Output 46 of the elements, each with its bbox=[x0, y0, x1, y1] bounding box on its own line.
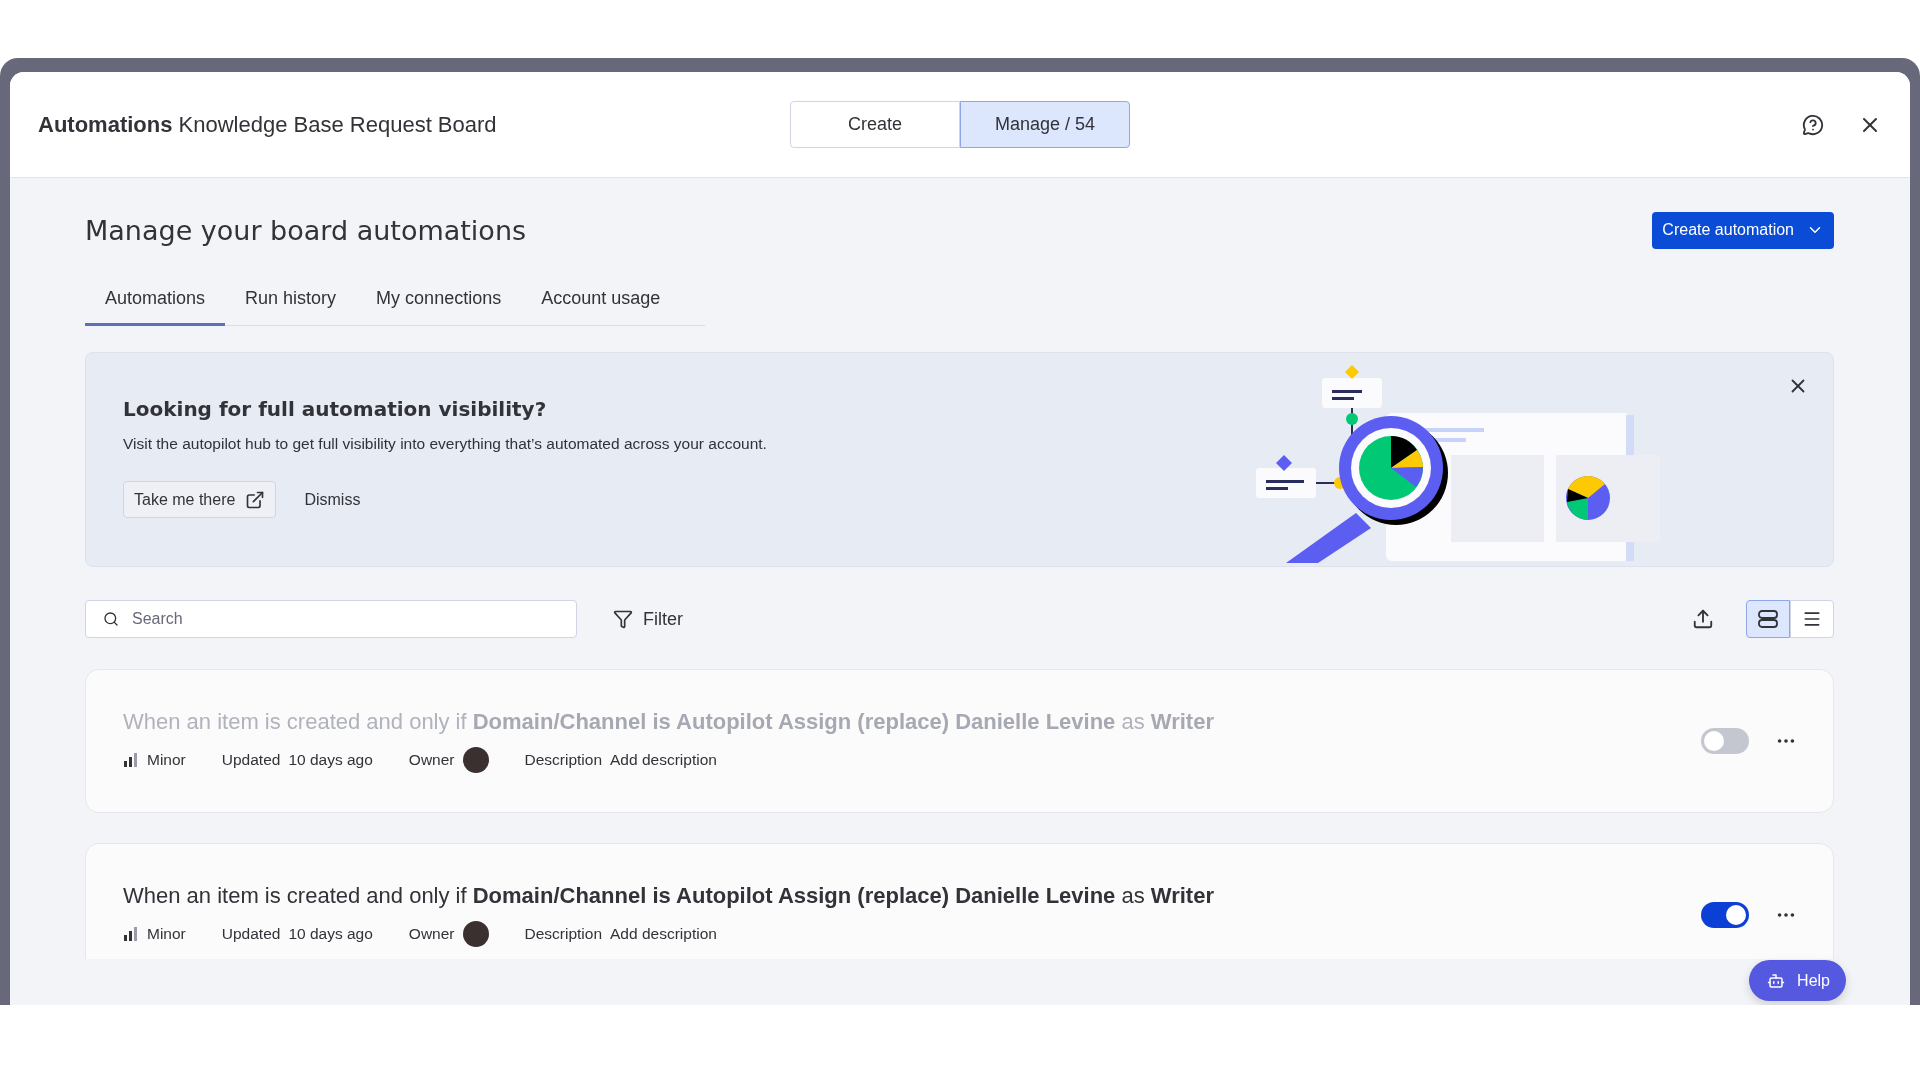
modal-title: Automations Knowledge Base Request Board bbox=[38, 111, 498, 138]
automation-rule: When an item is created and only if Domain/Channel is Autopilot Assign (replace) Danielle Levine as Writer bbox=[123, 883, 1215, 909]
filter-icon bbox=[613, 609, 633, 629]
enable-switch[interactable] bbox=[1701, 902, 1749, 928]
priority-bars-icon bbox=[123, 753, 139, 767]
page-heading: Manage your board automations bbox=[85, 214, 527, 246]
updated-label: Updated bbox=[221, 925, 281, 943]
view-toggle-button[interactable] bbox=[1790, 600, 1834, 638]
dismiss-button[interactable]: Dismiss bbox=[304, 490, 361, 509]
updated-value: 10 days ago bbox=[288, 751, 373, 769]
robot-icon bbox=[1767, 971, 1786, 990]
tab[interactable]: Run history bbox=[225, 278, 357, 326]
external-link-icon bbox=[245, 489, 266, 510]
view-toggle-button[interactable] bbox=[1746, 600, 1790, 638]
mode-tab[interactable]: Manage / 54 bbox=[960, 101, 1130, 148]
owner-label: Owner bbox=[408, 925, 455, 943]
take-me-there-button[interactable]: Take me there bbox=[123, 481, 277, 518]
list-view-icon bbox=[1802, 609, 1822, 629]
owner-label: Owner bbox=[408, 751, 455, 769]
search-icon bbox=[103, 611, 119, 627]
priority-bars-icon bbox=[123, 927, 139, 941]
description-label: Description bbox=[524, 751, 603, 769]
tab[interactable]: Account usage bbox=[521, 278, 681, 326]
tab[interactable]: Automations bbox=[85, 278, 226, 326]
banner-text: Visit the autopilot hub to get full visibility into everything that’s automated across your account. bbox=[123, 435, 767, 453]
add-description-link[interactable]: Add description bbox=[610, 925, 717, 943]
card-view-icon bbox=[1758, 610, 1778, 628]
banner-title: Looking for full automation visibility? bbox=[123, 397, 548, 421]
priority-label: Minor bbox=[147, 925, 186, 943]
enable-switch[interactable] bbox=[1701, 728, 1749, 754]
updated-label: Updated bbox=[221, 751, 281, 769]
tab[interactable]: My connections bbox=[356, 278, 522, 326]
filter-button[interactable]: Filter bbox=[613, 608, 683, 630]
add-description-link[interactable]: Add description bbox=[610, 751, 717, 769]
description-label: Description bbox=[524, 925, 603, 943]
owner-avatar bbox=[462, 747, 489, 773]
owner-avatar bbox=[462, 921, 489, 947]
priority-label: Minor bbox=[147, 751, 186, 769]
export-icon[interactable] bbox=[1692, 608, 1714, 630]
automation-rule: When an item is created and only if Domain/Channel is Autopilot Assign (replace) Danielle Levine as Writer bbox=[123, 709, 1215, 735]
updated-value: 10 days ago bbox=[288, 925, 373, 943]
search-field[interactable]: Search bbox=[85, 600, 577, 638]
help-button[interactable]: Help bbox=[1749, 960, 1846, 1001]
feedback-icon[interactable] bbox=[1802, 113, 1824, 136]
create-automation-button[interactable]: Create automation bbox=[1652, 211, 1834, 249]
mode-tab[interactable]: Create bbox=[790, 101, 960, 148]
